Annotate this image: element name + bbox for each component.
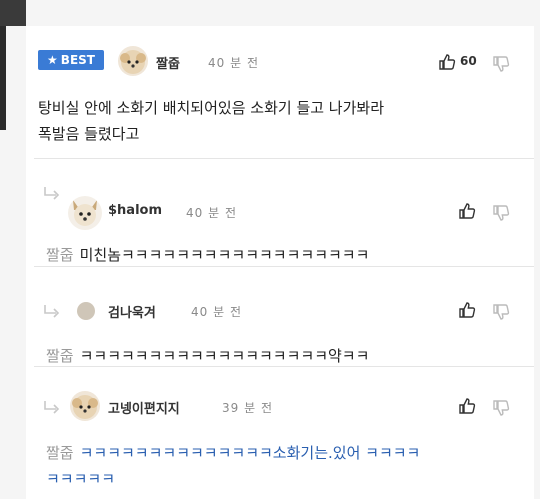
reply-text: 짤줍 ㅋㅋㅋㅋㅋㅋㅋㅋㅋㅋㅋㅋㅋㅋㅋㅋㅋㅋ약ㅋㅋ	[46, 344, 369, 368]
top-bar	[0, 0, 540, 26]
star-icon: ★	[47, 53, 58, 67]
reply-body-line1: ㅋㅋㅋㅋㅋㅋㅋㅋㅋㅋㅋㅋㅋㅋ소화기는.있어 ㅋㅋㅋㅋ	[79, 444, 421, 462]
thumbs-down-icon[interactable]	[492, 54, 510, 72]
avatar[interactable]	[77, 302, 95, 320]
thumbs-up-icon[interactable]	[458, 397, 476, 415]
reply-text: 짤줍 미친놈ㅋㅋㅋㅋㅋㅋㅋㅋㅋㅋㅋㅋㅋㅋㅋㅋㅋㅋ	[46, 243, 369, 267]
reply-comment: 검나욱겨 40 분 전 짤줍 ㅋㅋㅋㅋㅋㅋㅋㅋㅋㅋㅋㅋㅋㅋㅋㅋㅋㅋ약ㅋㅋ	[26, 267, 534, 366]
author-name[interactable]: 짤줍	[156, 53, 180, 72]
thumbs-up-icon[interactable]	[458, 301, 476, 319]
top-corner	[0, 0, 26, 26]
reply-text-line1: 짤줍 ㅋㅋㅋㅋㅋㅋㅋㅋㅋㅋㅋㅋㅋㅋ소화기는.있어 ㅋㅋㅋㅋ	[46, 441, 420, 465]
avatar[interactable]	[70, 391, 100, 421]
thumbs-down-icon[interactable]	[492, 203, 510, 221]
comment-text-line1: 탕비실 안에 소화기 배치되어있음 소화기 들고 나가봐라	[38, 99, 385, 117]
thumbs-up-icon[interactable]	[438, 53, 456, 71]
mention[interactable]: 짤줍	[46, 246, 74, 264]
mention[interactable]: 짤줍	[46, 347, 74, 365]
comment-best: ★ BEST 짤줍 40 분 전 60 탕비실 안에 소화기 배치되어있음 소화…	[26, 26, 534, 158]
reply-comment: $halom 40 분 전 짤줍 미친놈ㅋㅋㅋㅋㅋㅋㅋㅋㅋㅋㅋㅋㅋㅋㅋㅋㅋㅋ	[26, 159, 534, 266]
reply-arrow-icon	[44, 187, 60, 200]
reply-comment: 고넹이편지지 39 분 전 짤줍 ㅋㅋㅋㅋㅋㅋㅋㅋㅋㅋㅋㅋㅋㅋ소화기는.있어 ㅋㅋ…	[26, 367, 534, 499]
mention[interactable]: 짤줍	[46, 444, 74, 462]
timestamp: 40 분 전	[186, 206, 237, 220]
timestamp: 40 분 전	[191, 305, 242, 319]
best-label: BEST	[60, 53, 95, 67]
avatar[interactable]	[118, 46, 148, 76]
left-strip	[0, 26, 6, 130]
reply-text-line2: ㅋㅋㅋㅋㅋ	[46, 470, 116, 488]
author-name[interactable]: 검나욱겨	[108, 302, 156, 321]
thumbs-down-icon[interactable]	[492, 398, 510, 416]
thumbs-down-icon[interactable]	[492, 302, 510, 320]
author-name[interactable]: 고넹이편지지	[108, 398, 180, 417]
timestamp: 39 분 전	[222, 401, 273, 415]
reply-arrow-icon	[44, 401, 60, 414]
best-badge: ★ BEST	[38, 50, 104, 70]
thumbs-up-icon[interactable]	[458, 202, 476, 220]
avatar[interactable]	[68, 196, 102, 230]
reply-body: 미친놈ㅋㅋㅋㅋㅋㅋㅋㅋㅋㅋㅋㅋㅋㅋㅋㅋㅋㅋ	[79, 246, 370, 264]
comment-list: ★ BEST 짤줍 40 분 전 60 탕비실 안에 소화기 배치되어있음 소화…	[26, 26, 534, 499]
comment-text-line2: 폭발음 들렸다고	[38, 125, 140, 143]
reply-arrow-icon	[44, 305, 60, 318]
author-name[interactable]: $halom	[108, 203, 162, 218]
like-count: 60	[460, 54, 477, 68]
reply-body: ㅋㅋㅋㅋㅋㅋㅋㅋㅋㅋㅋㅋㅋㅋㅋㅋㅋㅋ약ㅋㅋ	[79, 347, 370, 365]
timestamp: 40 분 전	[208, 56, 259, 70]
